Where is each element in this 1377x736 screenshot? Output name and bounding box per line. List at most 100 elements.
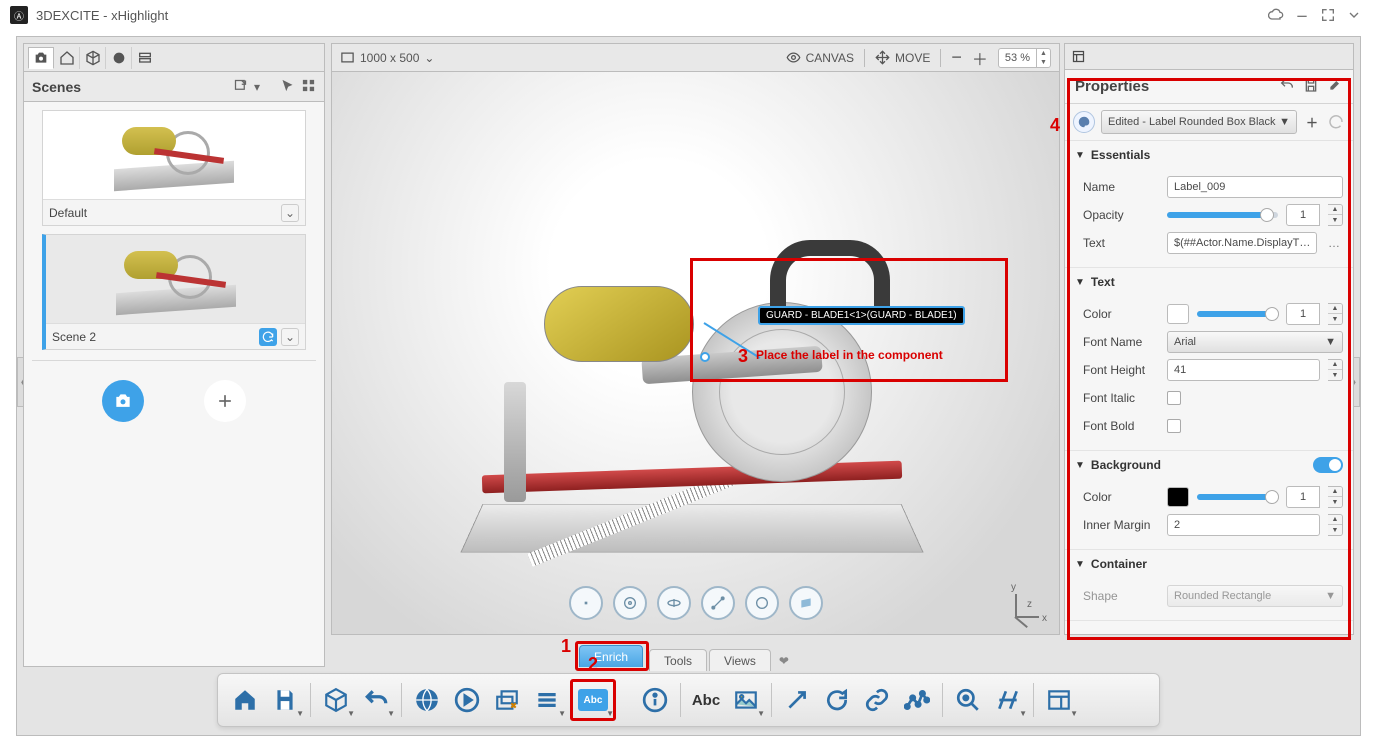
view-circle-icon[interactable] xyxy=(745,586,779,620)
section-header[interactable]: ▼Container xyxy=(1065,550,1353,578)
bg-color-value[interactable]: 1 xyxy=(1286,486,1320,508)
scene-card[interactable]: Scene 2 ⌄ xyxy=(42,234,306,350)
chevron-down-icon[interactable]: ▾ xyxy=(254,80,260,94)
properties-layout-button[interactable]: ▼ xyxy=(1042,683,1076,717)
grid-icon[interactable] xyxy=(301,78,316,96)
style-dropdown[interactable]: Edited - Label Rounded Box Black ▼ xyxy=(1101,110,1297,134)
label-tool-button[interactable]: Abc ▼ xyxy=(574,683,612,717)
view-target-icon[interactable] xyxy=(613,586,647,620)
fontheight-input[interactable]: 41 xyxy=(1167,359,1320,381)
text-color-slider[interactable] xyxy=(1197,311,1278,317)
shape-dropdown[interactable]: Rounded Rectangle▼ xyxy=(1167,585,1343,607)
layers-tab-icon[interactable] xyxy=(132,47,158,69)
zoom-out-button[interactable]: − xyxy=(951,47,962,68)
bg-color-stepper[interactable]: ▲▼ xyxy=(1328,486,1343,508)
zoom-stepper[interactable]: ▲▼ xyxy=(1036,49,1050,67)
link-tool-button[interactable] xyxy=(860,683,894,717)
scene-dropdown-icon[interactable]: ⌄ xyxy=(281,204,299,222)
scene-name-label: Scene 2 xyxy=(52,330,96,344)
tab-views[interactable]: Views xyxy=(709,649,771,671)
view-fit-icon[interactable] xyxy=(569,586,603,620)
prop-name-input[interactable]: Label_009 xyxy=(1167,176,1343,198)
section-container: ▼Container Shape Rounded Rectangle▼ xyxy=(1065,550,1353,621)
minimize-button[interactable] xyxy=(1289,2,1315,28)
margin-stepper[interactable]: ▲▼ xyxy=(1328,514,1343,536)
text-tool-button[interactable]: Abc xyxy=(689,683,723,717)
text-color-stepper[interactable]: ▲▼ xyxy=(1328,303,1343,325)
scene-card[interactable]: Default ⌄ xyxy=(42,110,306,226)
tab-tools[interactable]: Tools xyxy=(649,649,707,671)
cube-tab-icon[interactable] xyxy=(80,47,106,69)
section-header[interactable]: ▼Background xyxy=(1065,451,1353,479)
package-button[interactable]: ▼ xyxy=(319,683,353,717)
maximize-button[interactable] xyxy=(1315,2,1341,28)
view-line-icon[interactable] xyxy=(701,586,735,620)
save-icon[interactable] xyxy=(1303,77,1319,96)
globe-button[interactable] xyxy=(410,683,444,717)
revolve-tool-button[interactable] xyxy=(820,683,854,717)
scenes-panel-header: Scenes ▾ xyxy=(24,72,324,102)
capture-scene-button[interactable] xyxy=(102,380,144,422)
text-more-button[interactable]: … xyxy=(1325,236,1343,250)
undo-button[interactable]: ▼ xyxy=(359,683,393,717)
text-color-swatch[interactable] xyxy=(1167,304,1189,324)
section-header[interactable]: ▼Essentials xyxy=(1065,141,1353,169)
polyline-tool-button[interactable] xyxy=(900,683,934,717)
bottom-tabs: 1 Enrich Tools Views ❤ xyxy=(565,647,795,671)
export-icon[interactable] xyxy=(233,78,248,96)
opacity-slider[interactable] xyxy=(1167,212,1278,218)
background-toggle[interactable] xyxy=(1313,457,1343,473)
inspect-tool-button[interactable] xyxy=(951,683,985,717)
label-callout[interactable]: GUARD - BLADE1<1>(GUARD - BLADE1) xyxy=(758,306,965,325)
canvas-res-box[interactable]: 1000 x 500 ⌄ xyxy=(340,50,434,65)
style-name: Edited - Label Rounded Box Black xyxy=(1108,116,1276,128)
canvas-mode-toggle[interactable]: CANVAS xyxy=(786,50,854,65)
add-scene-button[interactable] xyxy=(204,380,246,422)
section-essentials: ▼Essentials Name Label_009 Opacity 1 ▲▼ … xyxy=(1065,141,1353,268)
zoom-in-button[interactable]: ＋ xyxy=(972,46,988,70)
list-button[interactable]: ▼ xyxy=(530,683,564,717)
properties-tab-icon[interactable] xyxy=(1065,44,1353,70)
camera-tab-icon[interactable] xyxy=(28,47,54,69)
swap-button[interactable] xyxy=(490,683,524,717)
add-style-button[interactable]: ＋ xyxy=(1303,113,1321,131)
chevron-down-button[interactable] xyxy=(1341,2,1367,28)
prop-text-input[interactable]: $(##Actor.Name.DisplayT… xyxy=(1167,232,1317,254)
brush-icon[interactable] xyxy=(1327,77,1343,96)
undo-icon[interactable] xyxy=(1279,77,1295,96)
tabs-more-icon[interactable]: ❤ xyxy=(773,651,795,671)
opacity-stepper[interactable]: ▲▼ xyxy=(1328,204,1343,226)
label-anchor-dot[interactable] xyxy=(700,352,710,362)
image-tool-button[interactable]: ▼ xyxy=(729,683,763,717)
cloud-icon[interactable] xyxy=(1263,2,1289,28)
italic-checkbox[interactable] xyxy=(1167,391,1181,405)
shape-label: Shape xyxy=(1083,589,1159,603)
text-color-value[interactable]: 1 xyxy=(1286,303,1320,325)
section-text: ▼Text Color 1 ▲▼ Font Name Arial▼ Font H… xyxy=(1065,268,1353,451)
bg-color-swatch[interactable] xyxy=(1167,487,1189,507)
section-header[interactable]: ▼Text xyxy=(1065,268,1353,296)
fontheight-stepper[interactable]: ▲▼ xyxy=(1328,359,1343,381)
opacity-value[interactable]: 1 xyxy=(1286,204,1320,226)
bold-checkbox[interactable] xyxy=(1167,419,1181,433)
scene-dropdown-icon[interactable]: ⌄ xyxy=(281,328,299,346)
view-turntable-icon[interactable] xyxy=(657,586,691,620)
sync-icon[interactable] xyxy=(259,328,277,346)
sphere-tab-icon[interactable] xyxy=(106,47,132,69)
info-button[interactable] xyxy=(638,683,672,717)
cycle-style-icon[interactable] xyxy=(1327,113,1345,131)
margin-input[interactable]: 2 xyxy=(1167,514,1320,536)
home-tab-icon[interactable] xyxy=(54,47,80,69)
arrow-tool-button[interactable] xyxy=(780,683,814,717)
home-button[interactable] xyxy=(228,683,262,717)
move-mode-toggle[interactable]: MOVE xyxy=(875,50,930,65)
save-button[interactable]: ▼ xyxy=(268,683,302,717)
bg-color-slider[interactable] xyxy=(1197,494,1278,500)
fontname-dropdown[interactable]: Arial▼ xyxy=(1167,331,1343,353)
view-plane-icon[interactable] xyxy=(789,586,823,620)
cursor-icon[interactable] xyxy=(280,78,295,96)
measure-tool-button[interactable]: ▼ xyxy=(991,683,1025,717)
play-button[interactable] xyxy=(450,683,484,717)
viewport[interactable]: GUARD - BLADE1<1>(GUARD - BLADE1) 3 Plac… xyxy=(332,72,1059,634)
zoom-value-box[interactable]: 53 % ▲▼ xyxy=(998,48,1051,68)
